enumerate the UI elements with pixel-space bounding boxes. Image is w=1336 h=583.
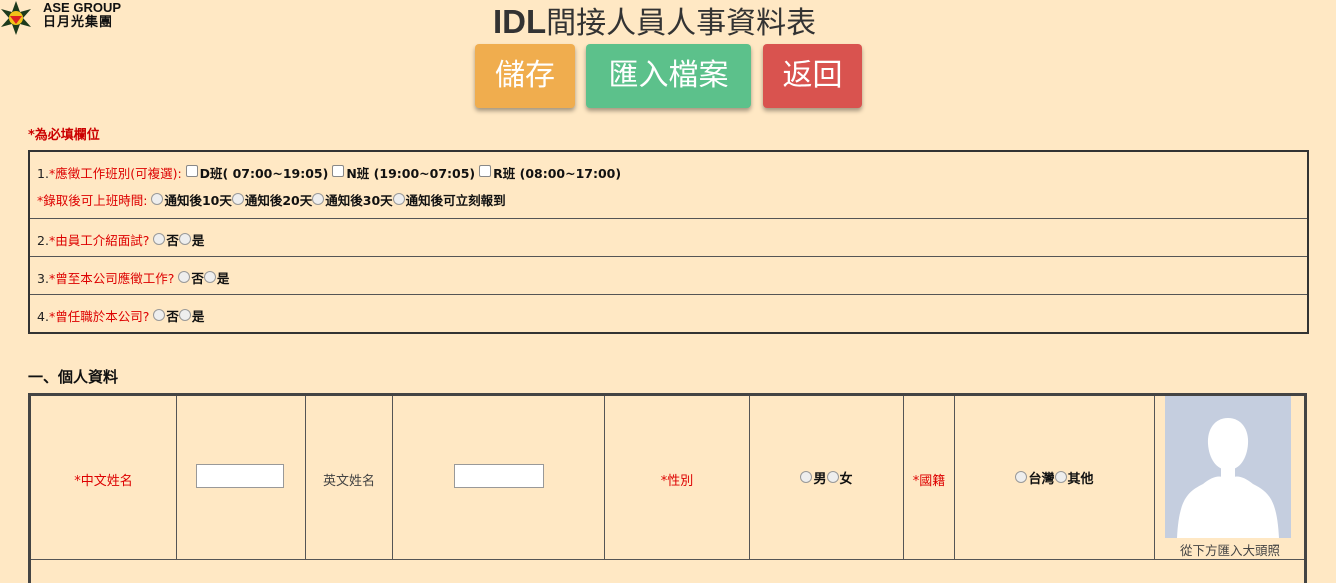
- shift-r-checkbox[interactable]: [479, 165, 492, 177]
- back-button[interactable]: 返回: [763, 44, 862, 108]
- q2-prefix: 2.: [37, 233, 49, 248]
- start-20-label: 通知後20天: [244, 193, 313, 208]
- save-button[interactable]: 儲存: [475, 44, 575, 108]
- chinese-name-input[interactable]: [196, 464, 284, 488]
- start-10-radio[interactable]: [151, 193, 164, 205]
- gender-male-radio[interactable]: [800, 471, 813, 483]
- q1-label: *應徵工作班別(可複選):: [48, 166, 182, 181]
- q4-label: *曾任職於本公司?: [48, 309, 150, 324]
- ase-logo-icon: [1, 1, 31, 35]
- q1-prefix: 1.: [37, 166, 49, 181]
- ase-logo: ASE GROUP 日月光集團: [0, 0, 130, 36]
- shift-d-label: D班( 07:00~19:05): [199, 166, 329, 181]
- chinese-name-input-cell: [177, 396, 306, 560]
- gender-label: *性別: [660, 474, 694, 489]
- logo-text-line1: ASE GROUP: [43, 0, 122, 15]
- personal-info-table: *中文姓名 英文姓名 *性別 男女 *國籍 台灣 其他 從下方匯入大頭照: [28, 393, 1307, 583]
- page-title-prefix: IDL: [493, 3, 547, 40]
- nationality-other-label: 其他: [1067, 472, 1094, 487]
- table-row-divider: [31, 559, 1304, 560]
- nationality-options-cell: 台灣 其他: [955, 396, 1155, 560]
- english-name-input[interactable]: [454, 464, 544, 488]
- q4-prefix: 4.: [37, 309, 49, 324]
- q2-yes-radio[interactable]: [178, 233, 191, 245]
- nationality-label: *國籍: [912, 474, 946, 489]
- english-name-input-cell: [393, 396, 605, 560]
- gender-female-radio[interactable]: [826, 471, 839, 483]
- shift-d-checkbox[interactable]: [185, 165, 198, 177]
- nationality-label-cell: *國籍: [904, 396, 955, 560]
- q4-no-label: 否: [166, 309, 179, 324]
- gender-options-cell: 男女: [750, 396, 904, 560]
- shift-n-checkbox[interactable]: [332, 165, 345, 177]
- start-10-label: 通知後10天: [164, 193, 232, 208]
- q3-yes-radio[interactable]: [203, 271, 216, 283]
- chinese-name-label: *中文姓名: [74, 474, 133, 489]
- q3-no-label: 否: [191, 271, 204, 286]
- profile-photo-placeholder: [1165, 396, 1291, 538]
- q3-no-radio[interactable]: [178, 271, 191, 283]
- start-immediate-label: 通知後可立刻報到: [405, 193, 506, 208]
- start-20-radio[interactable]: [231, 193, 244, 205]
- logo-text-line2: 日月光集團: [43, 15, 114, 30]
- q2-no-radio[interactable]: [153, 233, 166, 245]
- q2-label: *由員工介紹面試?: [48, 233, 150, 248]
- start-time-label: *錄取後可上班時間:: [37, 193, 148, 208]
- english-name-label: 英文姓名: [322, 474, 375, 489]
- photo-caption: 從下方匯入大頭照: [1179, 543, 1280, 558]
- chinese-name-label-cell: *中文姓名: [31, 396, 177, 560]
- gender-female-label: 女: [839, 472, 853, 487]
- shift-r-label: R班 (08:00~17:00): [493, 166, 622, 181]
- q3-label: *曾至本公司應徵工作?: [48, 271, 175, 286]
- nationality-taiwan-radio[interactable]: [1015, 471, 1028, 483]
- q3-yes-label: 是: [216, 271, 230, 286]
- q2-yes-label: 是: [191, 233, 205, 248]
- q3-prefix: 3.: [37, 271, 49, 286]
- shift-n-label: N班 (19:00~07:05): [346, 166, 476, 181]
- question-row-2: 2.*由員工介紹面試? 否是: [30, 218, 1307, 257]
- gender-male-label: 男: [813, 472, 827, 487]
- q4-no-radio[interactable]: [153, 309, 166, 321]
- avatar-silhouette-icon: [1165, 396, 1291, 538]
- q4-yes-label: 是: [191, 309, 205, 324]
- question-row-3: 3.*曾至本公司應徵工作? 否是: [30, 256, 1307, 295]
- required-note: *為必填欄位: [28, 128, 100, 143]
- page-title-text: 間接人員人事資料表: [546, 6, 817, 41]
- gender-label-cell: *性別: [605, 396, 750, 560]
- question-row-4: 4.*曾任職於本公司? 否是: [30, 294, 1307, 333]
- section-title-personal: 一、個人資料: [28, 368, 119, 386]
- english-name-label-cell: 英文姓名: [306, 396, 393, 560]
- q4-yes-radio[interactable]: [178, 309, 191, 321]
- question-row-1: 1.*應徵工作班別(可複選): D班( 07:00~19:05) N班 (19:…: [30, 152, 1307, 218]
- start-immediate-radio[interactable]: [392, 193, 405, 205]
- start-30-label: 通知後30天: [325, 193, 393, 208]
- import-file-button[interactable]: 匯入檔案: [586, 44, 751, 108]
- page-title: IDL間接人員人事資料表: [493, 2, 816, 42]
- q2-no-label: 否: [166, 233, 179, 248]
- start-30-radio[interactable]: [312, 193, 325, 205]
- nationality-taiwan-label: 台灣: [1028, 472, 1055, 487]
- nationality-other-radio[interactable]: [1054, 471, 1067, 483]
- questions-box: 1.*應徵工作班別(可複選): D班( 07:00~19:05) N班 (19:…: [28, 150, 1309, 334]
